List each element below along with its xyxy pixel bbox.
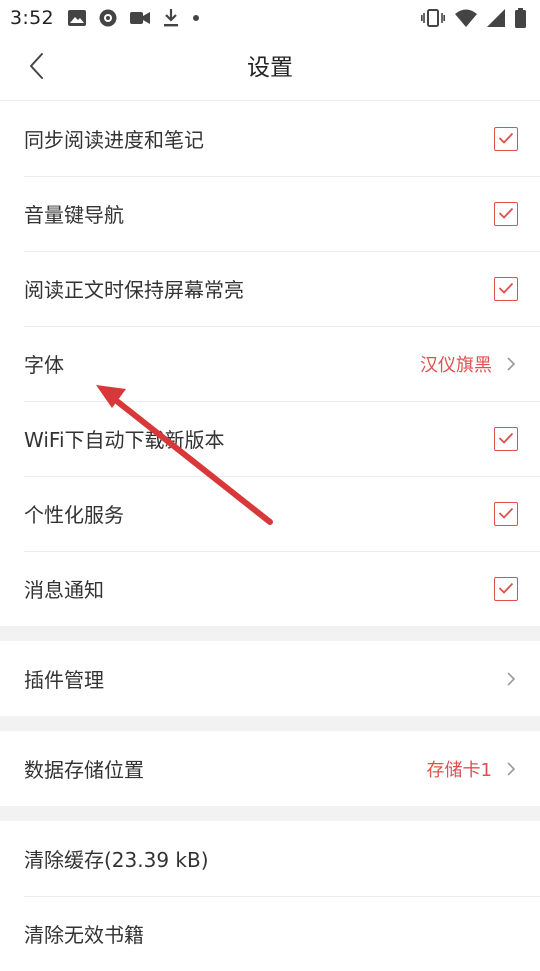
setting-label: 数据存储位置: [24, 758, 144, 782]
battery-icon: [515, 8, 526, 28]
checkmark-icon: [498, 204, 514, 223]
personalized-service-checkbox[interactable]: [494, 501, 518, 526]
keep-screen-on-checkbox[interactable]: [494, 276, 518, 301]
video-camera-icon: [129, 11, 150, 25]
page-title: 设置: [247, 55, 293, 81]
status-bar: 3:52: [0, 0, 540, 36]
setting-personalized-service[interactable]: 个性化服务: [0, 476, 540, 551]
setting-label: 阅读正文时保持屏幕常亮: [24, 278, 244, 302]
checkmark-icon: [498, 279, 514, 298]
setting-storage-location[interactable]: 数据存储位置 存储卡1: [0, 731, 540, 806]
setting-label: 清除缓存(23.39 kB): [24, 848, 209, 872]
chevron-right-icon: [504, 760, 518, 778]
setting-label: 个性化服务: [24, 503, 124, 527]
checkmark-icon: [498, 429, 514, 448]
checkmark-icon: [498, 504, 514, 523]
top-bar: 设置: [0, 36, 540, 101]
notifications-checkbox[interactable]: [494, 576, 518, 601]
chevron-right-icon: [504, 355, 518, 373]
settings-list: 同步阅读进度和笔记 音量键导航 阅读正文时保持屏幕常亮 字体 汉仪旗黑 WiFi…: [0, 101, 540, 971]
setting-font[interactable]: 字体 汉仪旗黑: [0, 326, 540, 401]
setting-sync-progress[interactable]: 同步阅读进度和笔记: [0, 101, 540, 176]
checkmark-icon: [498, 579, 514, 598]
image-icon: [67, 10, 86, 26]
setting-label: 字体: [24, 353, 64, 377]
download-icon: [163, 9, 179, 27]
settings-group-storage: 数据存储位置 存储卡1: [0, 731, 540, 806]
wifi-icon: [455, 9, 477, 27]
setting-label: 插件管理: [24, 668, 104, 692]
dot-icon: [192, 14, 200, 22]
volume-key-nav-checkbox[interactable]: [494, 201, 518, 226]
chevron-left-icon: [28, 52, 44, 84]
settings-group-plugins: 插件管理: [0, 641, 540, 716]
setting-label: 音量键导航: [24, 203, 124, 227]
status-time: 3:52: [10, 7, 54, 29]
setting-wifi-auto-download[interactable]: WiFi下自动下载新版本: [0, 401, 540, 476]
setting-plugin-management[interactable]: 插件管理: [0, 641, 540, 716]
font-value: 汉仪旗黑: [420, 354, 492, 376]
group-divider: [0, 806, 540, 821]
storage-location-value: 存储卡1: [426, 759, 492, 781]
wifi-auto-download-checkbox[interactable]: [494, 426, 518, 451]
signal-icon: [487, 9, 505, 27]
sync-progress-checkbox[interactable]: [494, 126, 518, 151]
settings-group-general: 同步阅读进度和笔记 音量键导航 阅读正文时保持屏幕常亮 字体 汉仪旗黑 WiFi…: [0, 101, 540, 626]
group-divider: [0, 626, 540, 641]
setting-label: 消息通知: [24, 578, 104, 602]
vibrate-icon: [421, 9, 445, 27]
back-button[interactable]: [18, 50, 54, 86]
group-divider: [0, 716, 540, 731]
setting-notifications[interactable]: 消息通知: [0, 551, 540, 626]
setting-label: WiFi下自动下载新版本: [24, 428, 225, 452]
setting-label: 清除无效书籍: [24, 923, 144, 947]
setting-keep-screen-on[interactable]: 阅读正文时保持屏幕常亮: [0, 251, 540, 326]
record-icon: [99, 9, 117, 27]
setting-clear-cache[interactable]: 清除缓存(23.39 kB): [0, 821, 540, 896]
checkmark-icon: [498, 129, 514, 148]
chevron-right-icon: [504, 670, 518, 688]
setting-label: 同步阅读进度和笔记: [24, 128, 204, 152]
setting-volume-key-nav[interactable]: 音量键导航: [0, 176, 540, 251]
settings-group-cleanup: 清除缓存(23.39 kB) 清除无效书籍: [0, 821, 540, 971]
